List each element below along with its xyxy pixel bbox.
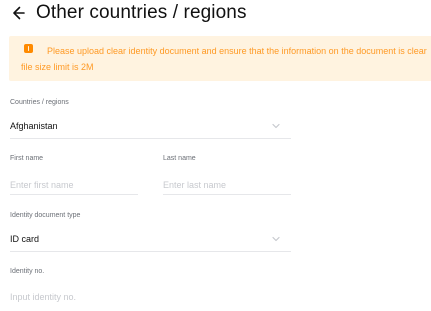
first-name-underline [10, 194, 138, 195]
back-icon[interactable] [8, 4, 26, 22]
first-name-label: First name [10, 155, 44, 162]
last-name-placeholder: Enter last name [163, 180, 227, 190]
warning-icon [24, 44, 33, 53]
chevron-down-icon[interactable] [271, 121, 281, 131]
chevron-down-icon[interactable] [271, 234, 281, 244]
last-name-label: Last name [163, 155, 196, 162]
upload-notice: Please upload clear identity document an… [9, 36, 431, 81]
header: Other countries / regions [8, 0, 247, 26]
country-label: Countries / regions [10, 99, 69, 106]
last-name-underline [163, 194, 291, 195]
page-title: Other countries / regions [36, 2, 247, 23]
country-underline [10, 138, 291, 139]
page: Other countries / regions Please upload … [0, 0, 431, 311]
id-type-label: Identity document type [10, 212, 81, 219]
notice-text-line-1: Please upload clear identity document an… [47, 46, 427, 56]
id-type-value: ID card [10, 234, 40, 244]
notice-text-line-2: file size limit is 2M [21, 62, 94, 72]
id-type-underline [10, 251, 291, 252]
id-no-placeholder: Input identity no. [10, 292, 77, 302]
id-type-select[interactable] [10, 226, 291, 250]
id-no-label: Identity no. [10, 268, 45, 275]
country-value: Afghanistan [10, 121, 58, 131]
first-name-placeholder: Enter first name [10, 180, 74, 190]
